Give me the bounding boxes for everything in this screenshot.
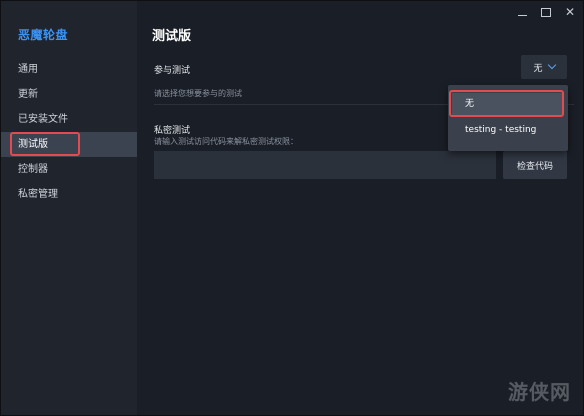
- minimize-icon[interactable]: [515, 5, 529, 19]
- sidebar-item-general[interactable]: 通用: [1, 57, 137, 82]
- watermark: 游侠网: [508, 380, 571, 404]
- beta-options-menu: 无 testing - testing: [448, 85, 568, 151]
- check-code-button[interactable]: 检查代码: [503, 151, 567, 179]
- sidebar-item-betas[interactable]: 测试版: [1, 132, 137, 157]
- menu-option-none[interactable]: 无: [452, 93, 564, 115]
- access-code-input[interactable]: [154, 151, 496, 179]
- app-title: 恶魔轮盘: [18, 28, 69, 42]
- close-icon[interactable]: ✕: [563, 5, 577, 19]
- participate-label: 参与测试: [154, 66, 191, 76]
- window-controls: ✕: [515, 5, 577, 19]
- private-beta-hint: 请输入测试访问代码来解私密测试权限：: [154, 137, 298, 146]
- sidebar-item-installed-files[interactable]: 已安装文件: [1, 107, 137, 132]
- sidebar-nav: 通用 更新 已安装文件 测试版 控制器 私密管理: [1, 57, 137, 207]
- page-title: 测试版: [152, 29, 192, 44]
- private-beta-label: 私密测试: [154, 126, 191, 136]
- settings-window: 恶魔轮盘 通用 更新 已安装文件 测试版 控制器 私密管理 测试版 参与测试 请…: [0, 0, 584, 416]
- sidebar-item-privacy[interactable]: 私密管理: [1, 182, 137, 207]
- beta-select-dropdown[interactable]: 无: [521, 55, 567, 79]
- chevron-down-icon: [547, 60, 556, 70]
- beta-select-value: 无: [533, 63, 543, 74]
- sidebar: 恶魔轮盘 通用 更新 已安装文件 测试版 控制器 私密管理: [1, 1, 137, 415]
- maximize-icon[interactable]: [539, 5, 553, 19]
- main-panel: 测试版 参与测试 请选择您想要参与的测试 无 私密测试 请输入测试访问代码来解私…: [137, 1, 583, 415]
- sidebar-item-updates[interactable]: 更新: [1, 82, 137, 107]
- sidebar-item-controller[interactable]: 控制器: [1, 157, 137, 182]
- menu-option-testing[interactable]: testing - testing: [452, 119, 564, 141]
- participate-hint: 请选择您想要参与的测试: [154, 89, 242, 98]
